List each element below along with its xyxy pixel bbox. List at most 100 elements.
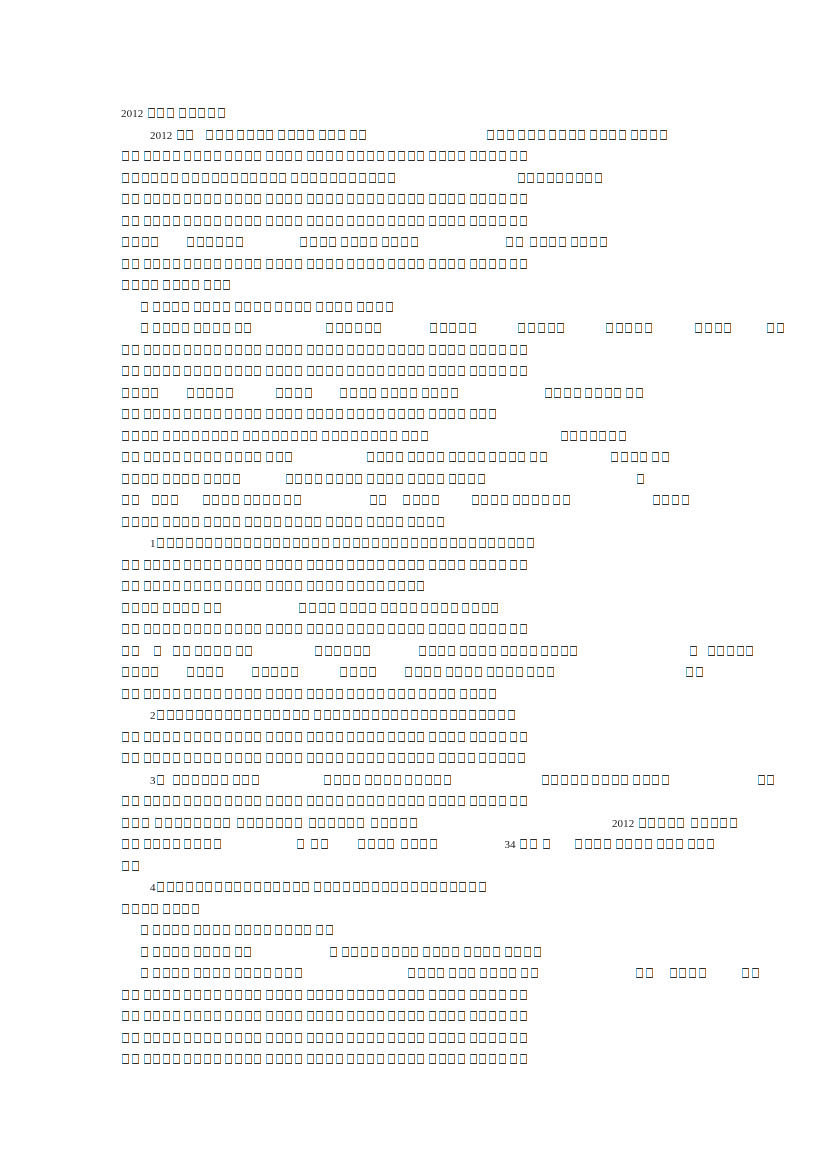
missing-glyph-box [417,473,425,484]
missing-glyph-box [401,882,409,892]
missing-glyph-box [517,172,525,183]
latin-text-run: 34 [504,839,516,851]
missing-glyph-box [163,581,171,591]
missing-glyph-box [275,688,283,699]
missing-glyph-box [194,215,202,226]
cjk-run [488,452,527,464]
cjk-run [140,323,150,335]
missing-glyph-box [489,1032,497,1043]
cjk-run [274,925,313,937]
missing-glyph-box [329,946,337,957]
missing-glyph-box [184,215,192,226]
text-line [121,341,705,363]
missing-glyph-box [347,1054,355,1064]
missing-glyph-box [376,989,384,1000]
cjk-run [283,495,302,507]
cjk-run [529,237,568,249]
missing-glyph-box [469,1032,477,1043]
cjk-run [181,172,288,185]
cjk-run [305,258,344,271]
missing-glyph-box [458,624,466,634]
missing-glyph-box [234,559,242,570]
cjk-run [265,731,304,744]
missing-glyph-box [438,731,446,742]
text-line: 34 [121,835,714,857]
cjk-run [183,452,222,464]
cjk-run [265,1054,304,1066]
missing-glyph-box [638,817,646,828]
missing-glyph-box [432,495,440,505]
cjk-run [428,1032,467,1045]
missing-glyph-box [163,989,171,1000]
missing-glyph-box [132,151,140,161]
missing-glyph-box [161,495,169,505]
missing-glyph-box [244,796,252,806]
cjk-run [142,366,181,378]
missing-glyph-box [285,559,293,570]
missing-glyph-box [215,882,223,892]
missing-glyph-box [379,495,387,505]
cjk-run [540,645,579,658]
missing-glyph-box [448,258,456,269]
missing-glyph-box [224,538,232,548]
missing-glyph-box [357,366,365,376]
missing-glyph-box [381,710,389,720]
missing-glyph-box [132,817,140,828]
missing-glyph-box [335,151,343,161]
missing-glyph-box [347,581,355,591]
missing-glyph-box [449,710,457,720]
missing-glyph-box [679,968,687,978]
missing-glyph-box [496,129,504,140]
missing-glyph-box [122,1011,130,1021]
cjk-run [339,387,378,400]
missing-glyph-box [308,817,316,828]
missing-glyph-box [172,624,180,634]
missing-glyph-box [275,344,283,355]
missing-glyph-box [122,215,130,226]
missing-glyph-box [225,194,233,204]
cjk-run [152,925,191,937]
missing-glyph-box [520,1011,528,1021]
missing-glyph-box [368,172,376,183]
missing-glyph-box [143,1032,151,1043]
missing-glyph-box [132,409,140,419]
cjk-run [243,516,282,529]
missing-glyph-box [448,366,456,376]
missing-glyph-box [590,129,597,140]
missing-glyph-box [347,409,355,419]
missing-glyph-box [272,495,280,505]
missing-glyph-box [265,624,273,634]
missing-glyph-box [172,452,180,462]
missing-glyph-box [417,989,425,1000]
cjk-run [251,667,299,679]
text-line [121,470,705,492]
missing-glyph-box [498,452,506,462]
cjk-run [346,151,385,163]
missing-glyph-box [366,796,374,806]
text-line [121,513,705,535]
missing-glyph-box [182,774,190,785]
missing-glyph-box [254,194,262,204]
missing-glyph-box [273,516,281,527]
missing-glyph-box [163,688,171,699]
missing-glyph-box [306,559,314,570]
missing-glyph-box [162,946,170,957]
cjk-run [224,1011,263,1023]
missing-glyph-box [469,559,477,570]
cjk-run [233,968,272,980]
missing-glyph-box [285,215,293,226]
missing-glyph-box [409,602,417,613]
cjk-run [121,731,140,744]
missing-glyph-box [122,366,130,376]
missing-glyph-box [341,430,349,441]
missing-glyph-box [203,301,211,312]
missing-glyph-box [374,774,382,785]
missing-glyph-box [193,301,201,312]
missing-glyph-box [560,645,568,656]
missing-glyph-box [316,989,324,1000]
missing-glyph-box [163,839,171,849]
missing-glyph-box [695,323,703,333]
missing-glyph-box [153,559,161,570]
missing-glyph-box [458,1054,466,1064]
missing-glyph-box [469,344,477,355]
